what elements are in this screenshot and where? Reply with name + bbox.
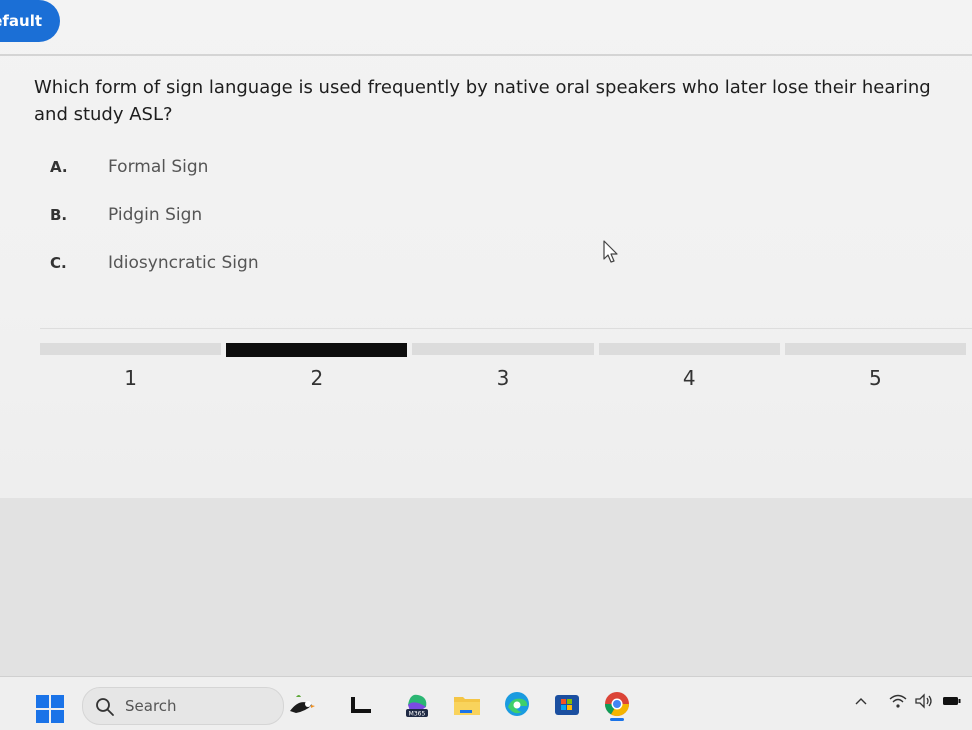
question-text: Which form of sign language is used freq… xyxy=(34,77,931,125)
option-label: Formal Sign xyxy=(108,157,209,177)
edge-icon[interactable] xyxy=(502,689,532,719)
option-label: Idiosyncratic Sign xyxy=(108,253,259,273)
empty-content-area xyxy=(0,498,972,676)
volume-icon[interactable] xyxy=(914,691,934,711)
active-app-indicator xyxy=(610,718,624,721)
step-number-4[interactable]: 4 xyxy=(599,366,780,390)
progress-segment-1[interactable] xyxy=(40,343,222,355)
step-number-1[interactable]: 1 xyxy=(40,366,221,390)
section-divider xyxy=(40,328,972,329)
chrome-icon[interactable] xyxy=(602,689,632,719)
windows-taskbar: Search M365 xyxy=(0,676,972,730)
start-icon[interactable] xyxy=(36,695,64,723)
puffin-icon[interactable] xyxy=(286,689,316,719)
option-a[interactable]: A. Formal Sign xyxy=(50,154,350,180)
step-number-5[interactable]: 5 xyxy=(785,366,966,390)
option-letter: B. xyxy=(50,206,68,224)
m365-label: M365 xyxy=(409,711,426,718)
file-explorer-icon[interactable] xyxy=(452,689,482,719)
option-b[interactable]: B. Pidgin Sign xyxy=(50,202,350,228)
store-icon[interactable] xyxy=(552,689,582,719)
progress-segment-2-current[interactable] xyxy=(226,343,408,357)
option-label: Pidgin Sign xyxy=(108,205,203,225)
top-divider xyxy=(0,54,972,56)
step-number-3[interactable]: 3 xyxy=(412,366,593,390)
mouse-cursor-icon xyxy=(603,240,618,263)
progress-segment-3[interactable] xyxy=(412,343,594,355)
battery-icon[interactable] xyxy=(942,691,962,711)
option-letter: A. xyxy=(50,158,68,176)
search-icon xyxy=(96,698,114,716)
step-numbers: 1 2 3 4 5 xyxy=(40,366,966,390)
terminal-icon[interactable] xyxy=(346,689,376,719)
taskbar-search-box[interactable]: Search xyxy=(82,687,284,725)
question-progress-bar xyxy=(40,343,967,357)
search-placeholder: Search xyxy=(125,697,177,715)
wifi-icon[interactable] xyxy=(888,691,908,711)
option-letter: C. xyxy=(50,254,67,272)
progress-segment-4[interactable] xyxy=(598,343,780,355)
copilot-m365-icon[interactable]: M365 xyxy=(402,689,432,719)
chevron-up-icon[interactable] xyxy=(854,691,868,711)
option-c[interactable]: C. Idiosyncratic Sign xyxy=(50,250,350,276)
progress-segment-5[interactable] xyxy=(784,343,967,355)
default-tab-button[interactable]: efault xyxy=(0,0,60,42)
step-number-2[interactable]: 2 xyxy=(226,366,407,390)
quiz-page: efault Which form of sign language is us… xyxy=(0,0,972,498)
